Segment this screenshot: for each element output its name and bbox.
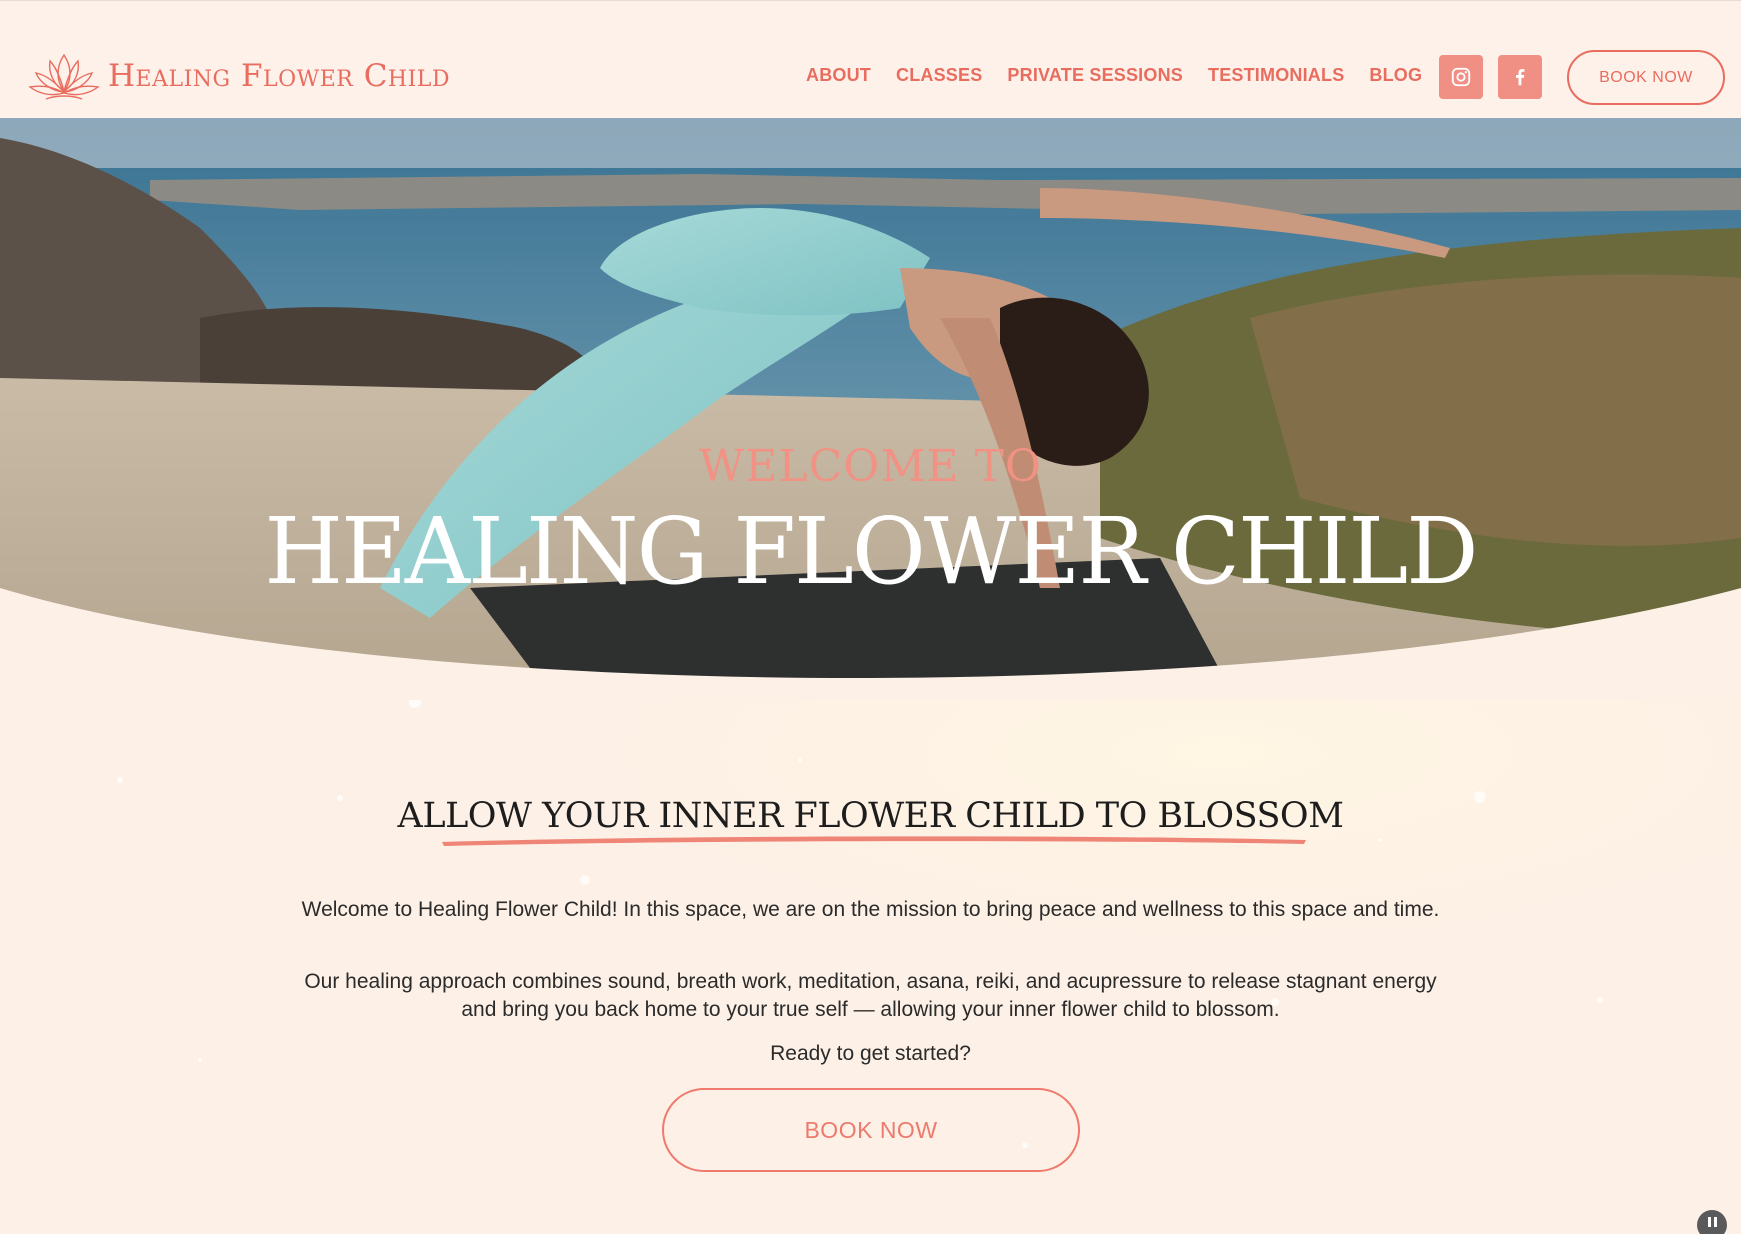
heading-underline xyxy=(442,836,1306,846)
nav-item-testimonials[interactable]: TESTIMONIALS xyxy=(1208,65,1344,86)
site-header: Healing Flower Child ABOUT CLASSES PRIVA… xyxy=(0,0,1741,118)
book-now-header-button[interactable]: BOOK NOW xyxy=(1567,50,1725,105)
instagram-button[interactable] xyxy=(1439,55,1483,99)
main-nav: ABOUT CLASSES PRIVATE SESSIONS TESTIMONI… xyxy=(806,65,1447,86)
nav-item-blog[interactable]: BLOG xyxy=(1369,65,1422,86)
book-now-main-button[interactable]: BOOK NOW xyxy=(662,1088,1080,1172)
facebook-button[interactable] xyxy=(1498,55,1542,99)
nav-item-private-sessions[interactable]: PRIVATE SESSIONS xyxy=(1007,65,1183,86)
intro-paragraph-1: Welcome to Healing Flower Child! In this… xyxy=(301,898,1440,921)
facebook-icon xyxy=(1516,69,1525,86)
intro-paragraph-2: Our healing approach combines sound, bre… xyxy=(304,970,1437,1021)
pause-icon xyxy=(1713,1217,1717,1227)
nav-item-about[interactable]: ABOUT xyxy=(806,65,871,86)
logo-link[interactable]: Healing Flower Child xyxy=(26,45,450,107)
brand-name: Healing Flower Child xyxy=(108,58,451,94)
intro-section: ALLOW YOUR INNER FLOWER CHILD TO BLOSSOM… xyxy=(0,700,1741,1234)
hero-welcome-text: WELCOME TO xyxy=(699,441,1042,492)
pause-icon xyxy=(1707,1217,1711,1227)
lotus-logo-icon xyxy=(28,53,100,100)
hero-banner: WELCOME TO HEALING FLOWER CHILD xyxy=(0,118,1741,708)
intro-cta-text: Ready to get started? xyxy=(770,1042,971,1065)
instagram-icon xyxy=(1451,67,1471,87)
hero-curve-divider xyxy=(0,588,1741,708)
nav-item-classes[interactable]: CLASSES xyxy=(896,65,982,86)
pause-animation-button[interactable] xyxy=(1697,1210,1727,1234)
